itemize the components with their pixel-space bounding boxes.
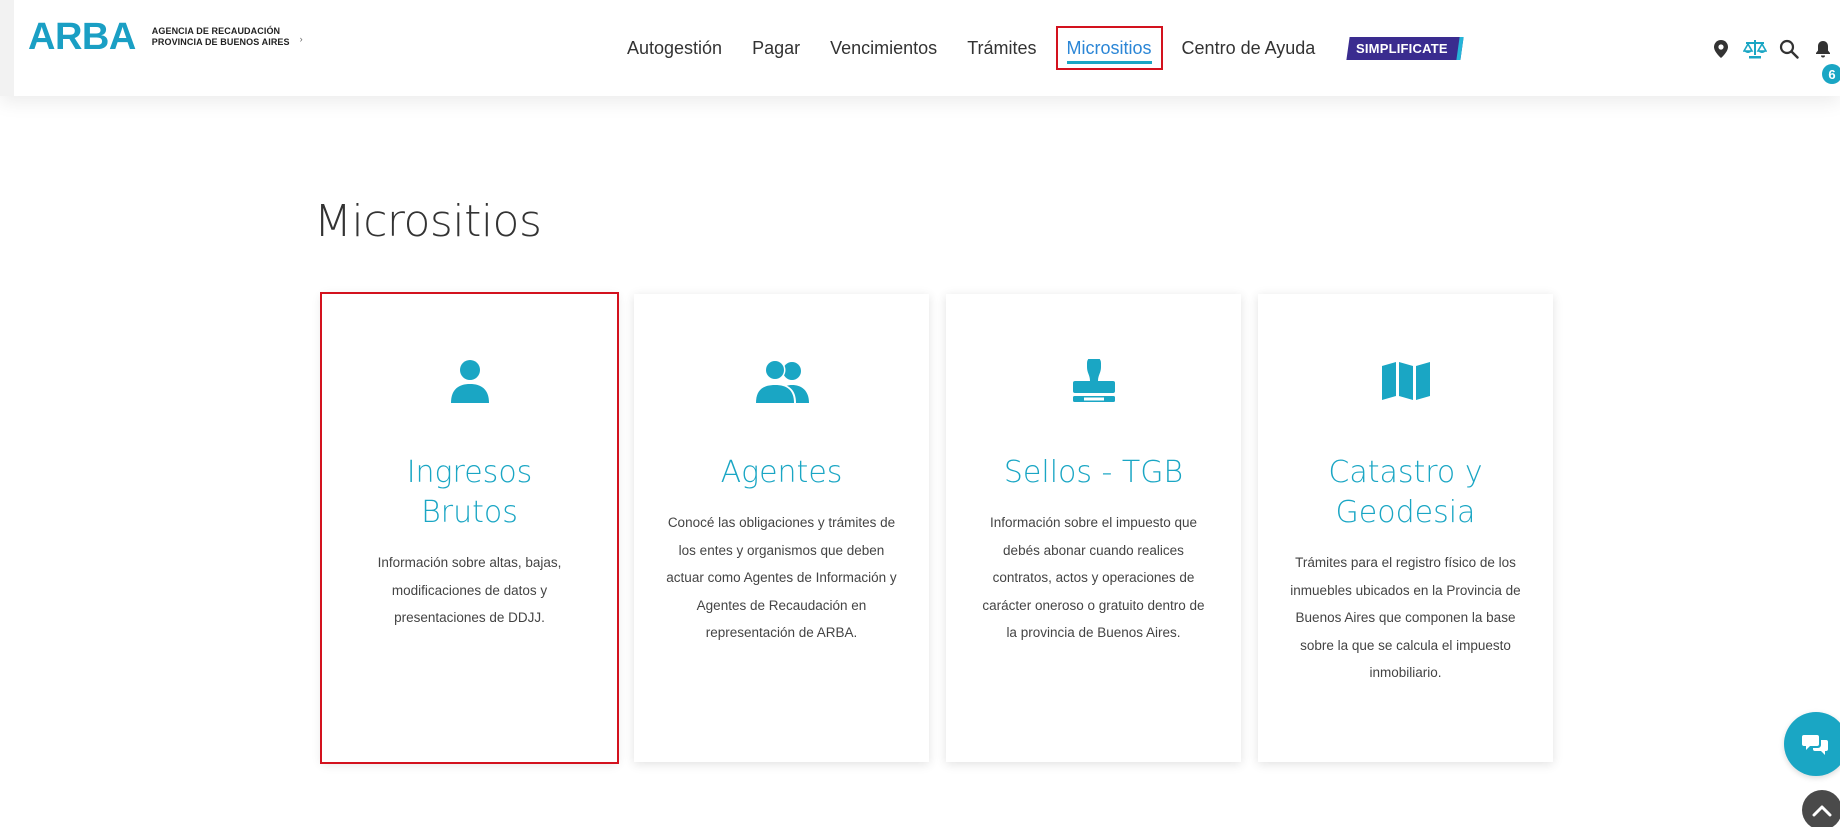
header-left-strip: [0, 0, 14, 96]
card-title: Agentes: [720, 455, 843, 490]
user-icon: [450, 356, 490, 406]
card-catastro-y-geodesia[interactable]: Catastro y Geodesia Trámites para el reg…: [1258, 294, 1553, 762]
card-description: Trámites para el registro físico de los …: [1290, 555, 1521, 680]
card-title: Catastro y Geodesia: [1328, 455, 1483, 530]
simplificate-label: SIMPLIFICATE: [1356, 40, 1449, 56]
notification-badge: 6: [1822, 64, 1840, 84]
chat-button[interactable]: [1784, 712, 1840, 776]
card-sellos-tgb[interactable]: Sellos - TGB Información sobre el impues…: [946, 294, 1241, 762]
card-description: Información sobre el impuesto que debés …: [982, 515, 1205, 640]
nav-micrositios[interactable]: Micrositios: [1055, 26, 1163, 70]
chat-icon: [1802, 735, 1828, 755]
logo-subtitle: AGENCIA DE RECAUDACIÓN PROVINCIA DE BUEN…: [152, 26, 290, 48]
search-icon[interactable]: [1772, 34, 1806, 64]
logo-subtitle-line2: PROVINCIA DE BUENOS AIRES: [151, 37, 290, 47]
main-nav: Autogestión Pagar Vencimientos Trámites …: [612, 26, 1464, 70]
location-icon[interactable]: [1704, 34, 1738, 64]
card-description: Conocé las obligaciones y trámites de lo…: [666, 515, 897, 640]
card-agentes[interactable]: Agentes Conocé las obligaciones y trámit…: [634, 294, 929, 762]
nav-tramites[interactable]: Trámites: [952, 26, 1051, 70]
nav-pagar[interactable]: Pagar: [737, 26, 815, 70]
arba-logo[interactable]: ARBA AGENCIA DE RECAUDACIÓN PROVINCIA DE…: [28, 14, 303, 60]
nav-vencimientos[interactable]: Vencimientos: [815, 26, 952, 70]
bell-icon: [1816, 41, 1830, 58]
balance-scale-icon[interactable]: [1738, 34, 1772, 64]
logo-mark: ARBA: [28, 16, 136, 58]
micrositios-cards: Ingresos Brutos Información sobre altas,…: [320, 292, 1553, 764]
card-title: Sellos - TGB: [1003, 455, 1184, 490]
card-ingresos-brutos[interactable]: Ingresos Brutos Información sobre altas,…: [320, 292, 619, 764]
map-icon: [1381, 356, 1431, 406]
chevron-up-icon: [1812, 805, 1832, 817]
logo-caret: ›: [299, 34, 303, 44]
notifications-button[interactable]: 6: [1806, 34, 1840, 84]
nav-centro-de-ayuda[interactable]: Centro de Ayuda: [1167, 26, 1331, 70]
simplificate-button[interactable]: SIMPLIFICATE: [1346, 36, 1464, 60]
card-title: Ingresos Brutos: [406, 455, 533, 530]
users-icon: [753, 356, 810, 406]
nav-autogestion[interactable]: Autogestión: [612, 26, 737, 70]
stamp-icon: [1071, 356, 1117, 406]
page-title: Micrositios: [314, 196, 542, 247]
logo-subtitle-line1: AGENCIA DE RECAUDACIÓN: [151, 26, 281, 36]
site-header: ARBA AGENCIA DE RECAUDACIÓN PROVINCIA DE…: [0, 0, 1840, 96]
card-description: Información sobre altas, bajas, modifica…: [377, 555, 562, 625]
header-icons: 6: [1704, 34, 1840, 84]
scroll-top-button[interactable]: [1802, 790, 1840, 827]
